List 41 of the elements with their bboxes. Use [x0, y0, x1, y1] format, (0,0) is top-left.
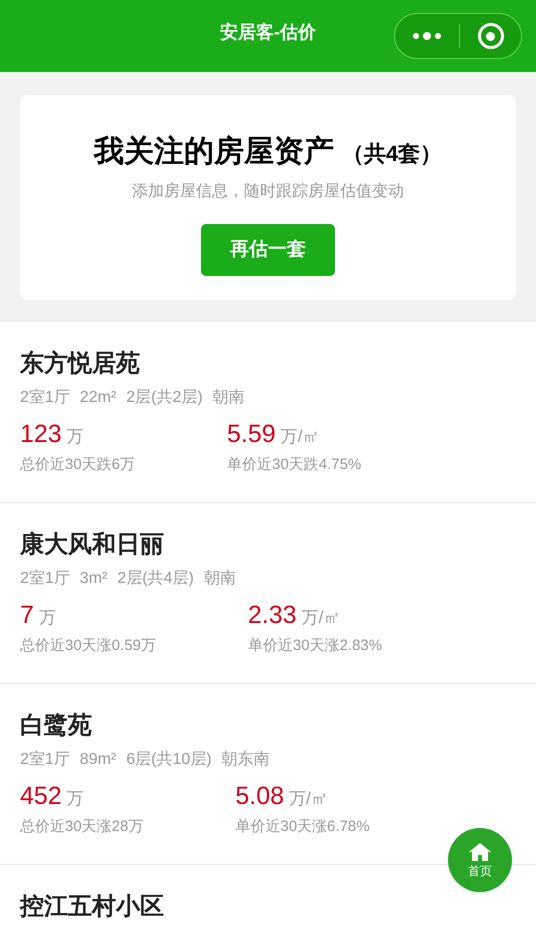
unit-price: 5.08	[235, 781, 284, 812]
price-unit: 万	[66, 426, 84, 448]
summary-subtitle: 添加房屋信息，随时跟踪房屋估值变动	[132, 182, 404, 202]
house-spec: 3m²	[80, 569, 108, 589]
total-price: 7	[20, 600, 34, 631]
house-name: 白鹭苑	[20, 711, 92, 741]
unit-price: 5.59	[227, 419, 276, 450]
summary-title: 我关注的房屋资产	[94, 134, 334, 170]
total-change: 总价近30天跌6万	[20, 454, 136, 474]
total-price: 452	[20, 781, 62, 812]
house-spec: 2室1厅	[20, 568, 70, 589]
price-unit: 万	[66, 788, 84, 810]
unit-change: 单价近30天涨6.78%	[235, 816, 370, 836]
unit-change: 单价近30天涨2.83%	[248, 636, 382, 656]
house-spec: 2层(共2层)	[126, 388, 203, 408]
house-spec: 2室1厅	[20, 388, 70, 408]
house-item[interactable]: 康大风和日丽 2室1厅 3m² 2层(共4层) 朝南 7 万 总价近30天涨0.59万 2.33 万/㎡ 单价近30天涨2.83%	[0, 503, 536, 684]
total-change: 总价近30天涨0.59万	[20, 636, 156, 656]
house-name: 康大风和日丽	[20, 530, 164, 560]
house-item[interactable]: 东方悦居苑 2室1厅 22m² 2层(共2层) 朝南 123 万 总价近30天跌6万 5.59 万/㎡ 单价近30天跌4.75%	[0, 322, 536, 503]
house-name: 东方悦居苑	[20, 349, 140, 379]
house-icon	[468, 842, 492, 862]
house-spec: 89m²	[80, 750, 116, 770]
house-spec: 朝南	[212, 388, 245, 408]
price-unit: 万/㎡	[302, 607, 340, 629]
house-spec: 2室1厅	[20, 750, 70, 770]
house-count: （共4套）	[342, 140, 442, 168]
unit-change: 单价近30天跌4.75%	[227, 454, 362, 474]
total-price: 123	[20, 419, 62, 450]
price-unit: 万	[38, 607, 56, 629]
price-unit: 万/㎡	[289, 788, 328, 810]
page-title: 安居客-估价	[220, 20, 316, 44]
house-name: 控江五村小区	[20, 892, 164, 922]
house-spec: 朝东南	[222, 750, 270, 770]
price-unit: 万/㎡	[280, 426, 320, 448]
house-spec: 朝南	[204, 568, 236, 589]
unit-price: 2.33	[248, 600, 297, 631]
total-change: 总价近30天涨28万	[20, 816, 144, 836]
house-spec: 2层(共4层)	[117, 568, 194, 589]
house-spec: 6层(共10层)	[126, 750, 212, 770]
house-spec: 22m²	[80, 388, 116, 408]
